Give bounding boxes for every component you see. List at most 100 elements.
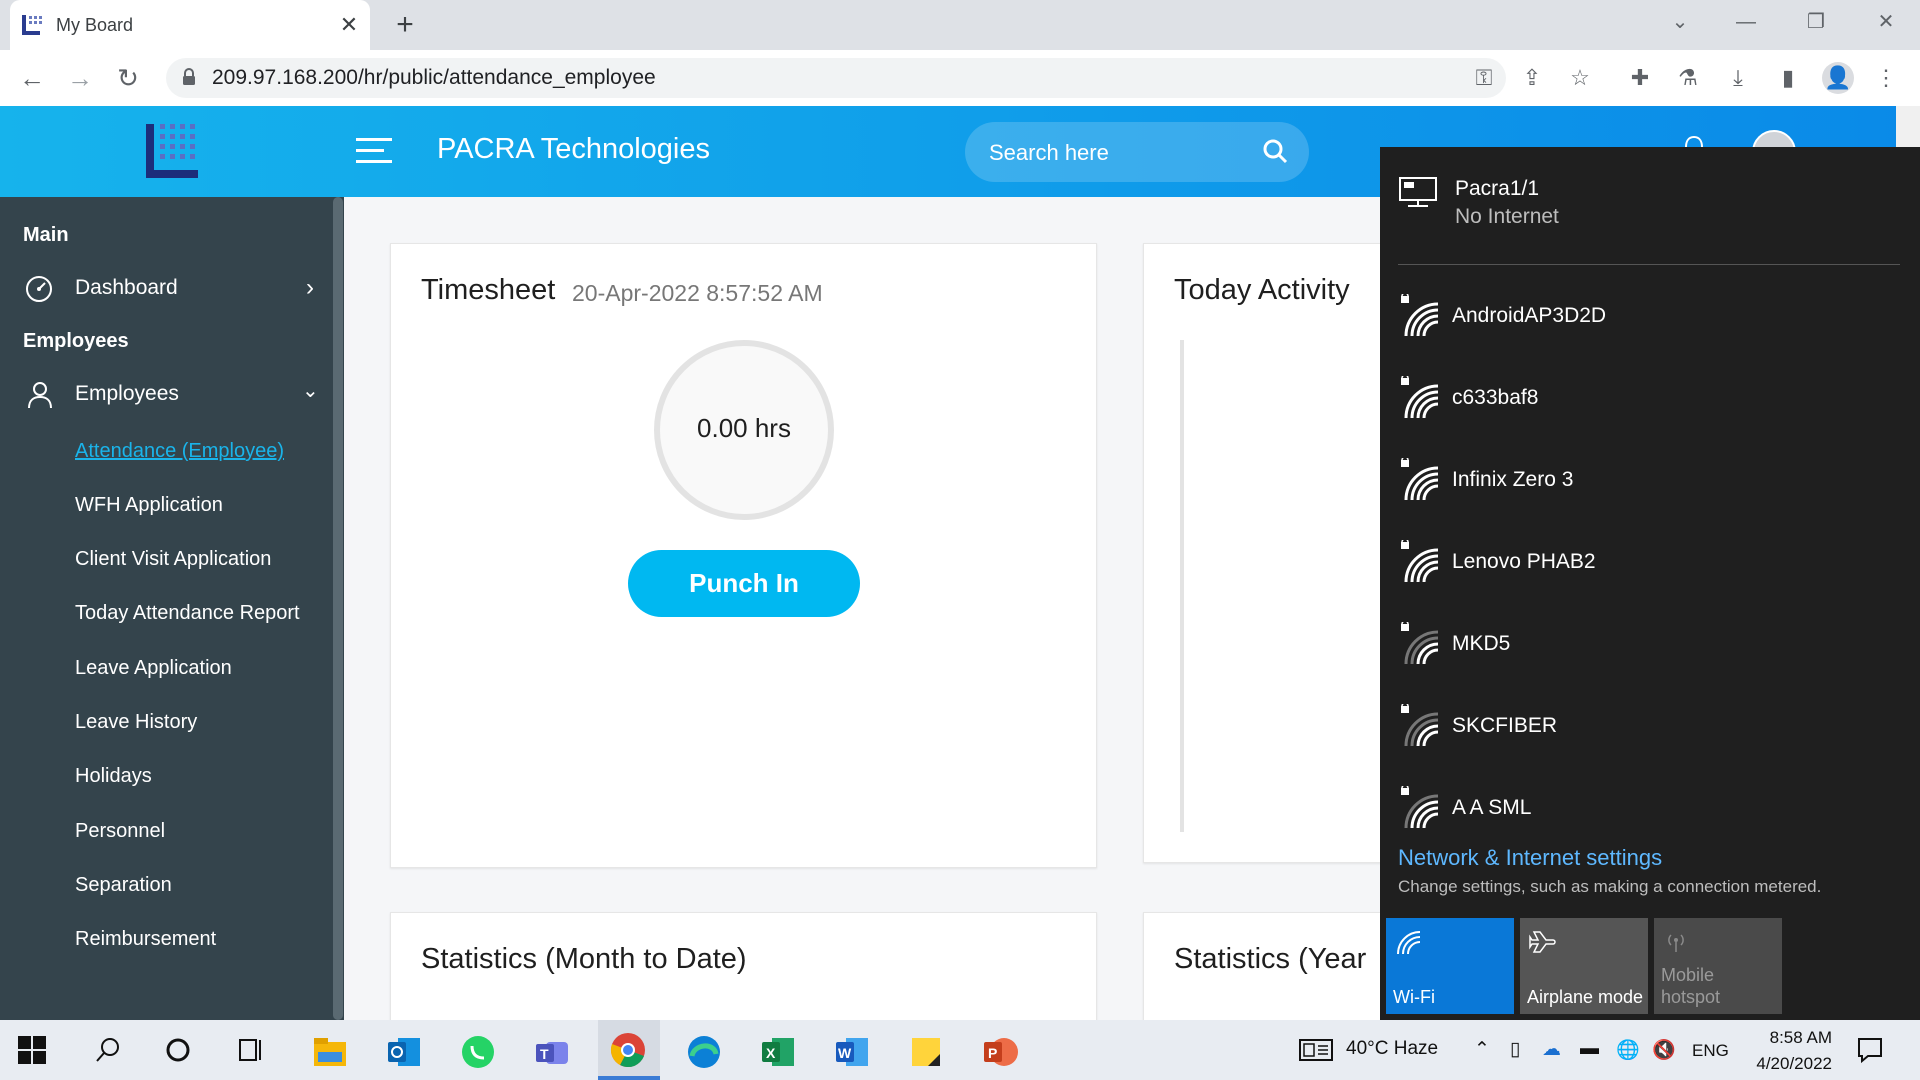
word-icon[interactable]: W: [832, 1032, 872, 1072]
stats-year-title: Statistics (Year: [1174, 943, 1367, 975]
sidebar-sub-wfh[interactable]: WFH Application: [75, 494, 223, 517]
sidebar-sub-attendance[interactable]: Attendance (Employee): [75, 440, 284, 463]
side-panel-icon[interactable]: ▮: [1772, 62, 1804, 94]
sidebar-sub-leave-application[interactable]: Leave Application: [75, 657, 232, 680]
forward-button[interactable]: →: [62, 60, 98, 96]
new-tab-button[interactable]: +: [388, 8, 422, 42]
cortana-icon[interactable]: [164, 1036, 192, 1064]
sidebar-scrollbar[interactable]: [333, 197, 343, 1020]
sidebar-section-employees: Employees: [23, 330, 129, 352]
onedrive-icon[interactable]: ☁: [1542, 1038, 1561, 1061]
hotspot-tile-label: Mobile hotspot: [1661, 965, 1721, 1007]
network-settings-link[interactable]: Network & Internet settings: [1398, 845, 1662, 871]
chevron-right-icon[interactable]: ›: [306, 274, 314, 302]
flyout-divider: [1398, 264, 1900, 265]
powerpoint-icon[interactable]: P: [980, 1032, 1020, 1072]
wifi-toggle-tile[interactable]: Wi-Fi: [1386, 918, 1514, 1014]
pacra-logo[interactable]: [140, 120, 204, 184]
outlook-icon[interactable]: [384, 1032, 424, 1072]
wifi-secured-medium-icon: [1401, 786, 1439, 829]
tab-close-icon[interactable]: ✕: [334, 10, 364, 40]
extensions-icon[interactable]: ✚: [1624, 62, 1656, 94]
hamburger-menu-icon[interactable]: [356, 136, 392, 166]
sidebar-sub-holidays[interactable]: Holidays: [75, 765, 152, 788]
tab-search-icon[interactable]: ⌄: [1652, 0, 1708, 44]
svg-text:W: W: [838, 1045, 852, 1061]
download-icon[interactable]: ⤓: [1722, 62, 1754, 94]
window-close-button[interactable]: ✕: [1858, 0, 1914, 44]
back-button[interactable]: ←: [14, 60, 50, 96]
mobile-hotspot-tile[interactable]: Mobile hotspot: [1654, 918, 1782, 1014]
weather-icon[interactable]: [1298, 1038, 1334, 1062]
user-icon: [28, 382, 52, 409]
sidebar-item-employees[interactable]: Employees: [75, 382, 179, 406]
sidebar-sub-personnel[interactable]: Personnel: [75, 820, 165, 843]
airplane-mode-tile[interactable]: Airplane mode: [1520, 918, 1648, 1014]
chrome-icon[interactable]: [608, 1030, 648, 1070]
chevron-up-icon[interactable]: ⌃: [1474, 1038, 1490, 1061]
lock-icon[interactable]: [182, 68, 196, 86]
excel-icon[interactable]: X: [758, 1032, 798, 1072]
sidebar-item-dashboard[interactable]: Dashboard: [75, 276, 178, 300]
taskbar-search-icon[interactable]: [94, 1036, 122, 1064]
wifi-secured-icon: [1401, 376, 1439, 419]
wifi-network-name: AndroidAP3D2D: [1452, 304, 1607, 327]
punch-in-button[interactable]: Punch In: [628, 550, 860, 617]
hotspot-icon: [1668, 934, 1684, 952]
current-network-status: No Internet: [1455, 205, 1559, 228]
network-globe-icon[interactable]: 🌐: [1616, 1038, 1640, 1062]
timesheet-datetime: 20-Apr-2022 8:57:52 AM: [572, 280, 823, 306]
current-network-name[interactable]: Pacra1/1: [1455, 177, 1539, 201]
edge-icon[interactable]: [684, 1032, 724, 1072]
wifi-secured-icon: [1401, 294, 1439, 337]
chevron-down-icon[interactable]: ⌄: [302, 378, 319, 403]
file-explorer-icon[interactable]: [310, 1032, 350, 1072]
wifi-network-item[interactable]: MKD5: [1380, 604, 1896, 686]
sidebar-sub-today-attendance[interactable]: Today Attendance Report: [75, 602, 300, 625]
teams-icon[interactable]: T: [532, 1032, 572, 1072]
url-text[interactable]: 209.97.168.200/hr/public/attendance_empl…: [212, 66, 656, 90]
whatsapp-icon[interactable]: [458, 1032, 498, 1072]
wifi-network-item[interactable]: Infinix Zero 3: [1380, 440, 1896, 522]
battery-icon[interactable]: ▬: [1580, 1038, 1599, 1060]
lab-icon[interactable]: ⚗: [1672, 62, 1704, 94]
today-activity-title: Today Activity: [1174, 274, 1350, 306]
share-icon[interactable]: ⇪: [1516, 62, 1548, 94]
profile-icon[interactable]: 👤: [1822, 62, 1854, 94]
wifi-network-item[interactable]: SKCFIBER: [1380, 686, 1896, 768]
language-indicator[interactable]: ENG: [1692, 1041, 1729, 1061]
search-icon[interactable]: [1262, 138, 1288, 164]
activity-timeline: [1180, 340, 1184, 832]
notification-icon[interactable]: [1856, 1036, 1884, 1064]
weather-text[interactable]: 40°C Haze: [1346, 1038, 1438, 1060]
clock-date[interactable]: 4/20/2022: [1740, 1054, 1832, 1074]
menu-icon[interactable]: ⋮: [1870, 62, 1902, 94]
clock-time[interactable]: 8:58 AM: [1752, 1028, 1832, 1048]
sticky-notes-icon[interactable]: [906, 1032, 946, 1072]
wifi-network-item[interactable]: Lenovo PHAB2: [1380, 522, 1896, 604]
windows-start-icon[interactable]: [16, 1034, 48, 1066]
wifi-network-name: A A SML: [1452, 796, 1532, 819]
svg-text:T: T: [540, 1046, 549, 1062]
wifi-network-name: c633baf8: [1452, 386, 1539, 409]
sidebar-sub-client-visit[interactable]: Client Visit Application: [75, 548, 271, 571]
favicon-icon: [22, 15, 42, 35]
wifi-network-name: Lenovo PHAB2: [1452, 550, 1596, 573]
key-icon[interactable]: ⚿: [1468, 62, 1500, 94]
wifi-network-item[interactable]: A A SML: [1380, 768, 1896, 850]
restore-button[interactable]: ❐: [1788, 0, 1844, 44]
wifi-network-name: Infinix Zero 3: [1452, 468, 1574, 491]
star-icon[interactable]: ☆: [1564, 62, 1596, 94]
sidebar-sub-leave-history[interactable]: Leave History: [75, 711, 197, 734]
volume-muted-icon[interactable]: 🔇: [1652, 1038, 1676, 1062]
stats-month-title: Statistics (Month to Date): [421, 943, 747, 975]
reload-button[interactable]: ↻: [110, 60, 146, 96]
wifi-network-item[interactable]: AndroidAP3D2D: [1380, 276, 1896, 358]
wifi-secured-weak-icon: [1401, 704, 1439, 747]
device-icon[interactable]: ▯: [1510, 1038, 1520, 1061]
minimize-button[interactable]: —: [1718, 0, 1774, 44]
wifi-network-item[interactable]: c633baf8: [1380, 358, 1896, 440]
sidebar-sub-reimbursement[interactable]: Reimbursement: [75, 928, 216, 951]
task-view-icon[interactable]: [236, 1036, 266, 1064]
sidebar-sub-separation[interactable]: Separation: [75, 874, 172, 897]
